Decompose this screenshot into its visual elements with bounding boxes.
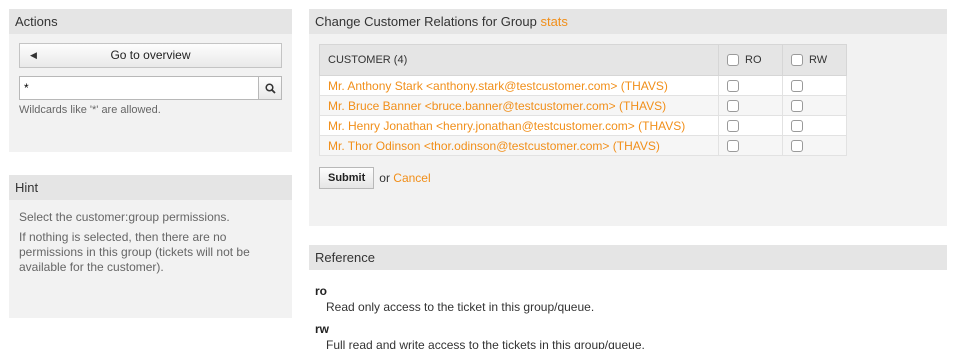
reference-panel: Reference ro Read only access to the tic… [309,245,947,349]
relations-header: Change Customer Relations for Group stat… [309,9,947,34]
hint-text: If nothing is selected, then there are n… [19,230,250,274]
customer-link[interactable]: Mr. Henry Jonathan <henry.jonathan@testc… [328,119,685,133]
ro-checkbox[interactable] [727,100,739,113]
ro-cell [718,115,783,136]
rw-checkbox[interactable] [791,120,803,133]
relations-panel: Change Customer Relations for Group stat… [309,9,947,226]
rw-cell [782,135,847,156]
form-actions: Submit or Cancel [319,167,937,189]
rw-cell [782,75,847,96]
table-row: Mr. Henry Jonathan <henry.jonathan@testc… [319,115,847,136]
ro-checkbox[interactable] [727,80,739,93]
group-name: stats [540,14,568,29]
main-content: Change Customer Relations for Group stat… [309,9,947,349]
rw-checkbox[interactable] [791,140,803,153]
rw-cell [782,95,847,116]
relations-body: CUSTOMER (4) RO RW Mr. Anthony Stark <an… [309,34,947,226]
magnifier-icon [264,82,276,94]
ro-checkbox[interactable] [727,140,739,153]
customer-cell: Mr. Anthony Stark <anthony.stark@testcus… [319,75,719,96]
ro-cell [718,135,783,156]
customer-cell: Mr. Henry Jonathan <henry.jonathan@testc… [319,115,719,136]
table-row: Mr. Anthony Stark <anthony.stark@testcus… [319,75,847,96]
ro-label: RO [745,53,762,66]
hint-body: Select the customer:group permissions. I… [9,200,292,318]
customer-link[interactable]: Mr. Thor Odinson <thor.odinson@testcusto… [328,139,660,153]
table-row: Mr. Thor Odinson <thor.odinson@testcusto… [319,135,847,156]
cancel-link[interactable]: Cancel [393,171,430,185]
or-label: or [379,171,390,185]
actions-panel: Actions ◀ Go to overview Wildcards like … [9,9,292,152]
reference-term-ro: ro [315,284,327,298]
hint-header: Hint [9,175,292,200]
search-button[interactable] [258,76,282,100]
rw-label: RW [809,53,828,66]
customer-cell: Mr. Thor Odinson <thor.odinson@testcusto… [319,135,719,156]
reference-body: ro Read only access to the ticket in thi… [309,270,947,349]
rw-select-all-checkbox[interactable] [791,54,803,67]
caret-left-icon: ◀ [30,50,37,60]
rw-column-header: RW [782,44,847,76]
actions-header: Actions [9,9,292,34]
table-row: Mr. Bruce Banner <bruce.banner@testcusto… [319,95,847,116]
hint-panel: Hint Select the customer:group permissio… [9,175,292,318]
ro-checkbox[interactable] [727,120,739,133]
reference-header: Reference [309,245,947,270]
go-to-overview-label: Go to overview [110,48,191,62]
ro-select-all-checkbox[interactable] [727,54,739,67]
rw-checkbox[interactable] [791,80,803,93]
customer-search-input[interactable] [19,76,258,100]
or-cancel: or Cancel [379,171,430,185]
rw-cell [782,115,847,136]
left-sidebar: Actions ◀ Go to overview Wildcards like … [9,9,292,318]
hint-text: Select the customer:group permissions. [19,210,230,224]
customer-link[interactable]: Mr. Anthony Stark <anthony.stark@testcus… [328,79,668,93]
ro-cell [718,75,783,96]
submit-button[interactable]: Submit [319,167,375,189]
reference-term-rw: rw [315,322,330,336]
ro-column-header: RO [718,44,783,76]
reference-definition-ro: Read only access to the ticket in this g… [326,300,595,314]
reference-definition-rw: Full read and write access to the ticket… [326,338,645,349]
go-to-overview-button[interactable]: ◀ Go to overview [19,43,282,68]
customer-table: CUSTOMER (4) RO RW Mr. Anthony Stark <an… [319,44,847,156]
wildcard-note: Wildcards like '*' are allowed. [19,104,161,116]
customer-search [19,76,282,100]
ro-cell [718,95,783,116]
relations-title: Change Customer Relations for Group [315,14,537,29]
customer-column-header: CUSTOMER (4) [319,44,719,76]
rw-checkbox[interactable] [791,100,803,113]
actions-body: ◀ Go to overview Wildcards like '*' are … [9,34,292,152]
customer-link[interactable]: Mr. Bruce Banner <bruce.banner@testcusto… [328,99,666,113]
customer-cell: Mr. Bruce Banner <bruce.banner@testcusto… [319,95,719,116]
